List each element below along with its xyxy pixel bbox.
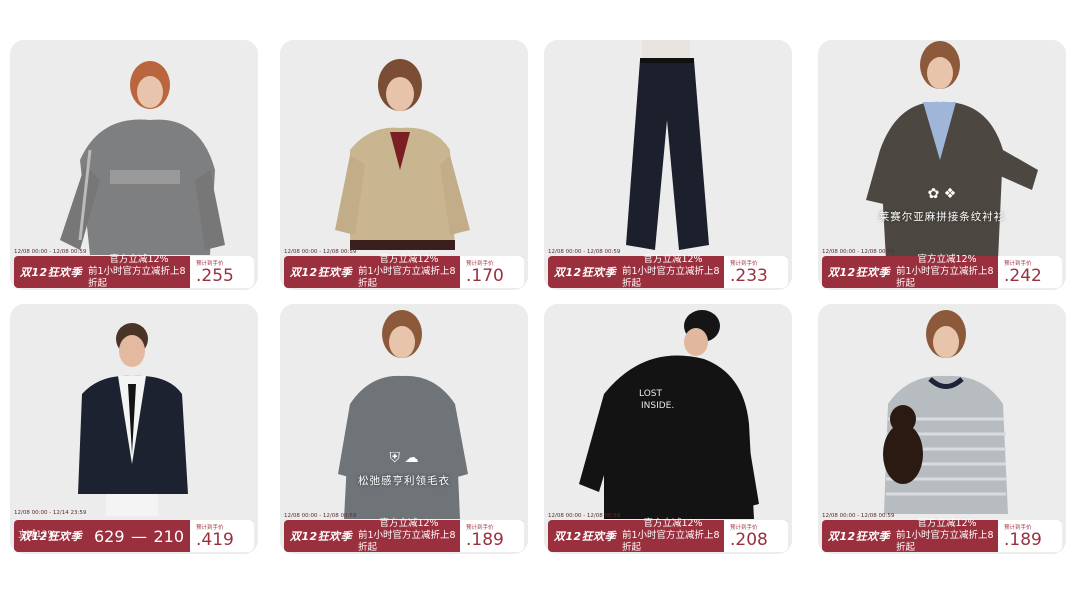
promo-line2: 前1小时官方立减折上8折起	[896, 266, 994, 289]
promo-banner: 双12狂欢季 12/08 00:00 - 12/08 00:59 官方立减12%…	[822, 513, 1062, 553]
product-card[interactable]: ⛨ ☁ 松弛感亨利领毛衣 双12狂欢季 12/08 00:00 - 12/08 …	[280, 304, 528, 554]
price-value: .419	[196, 530, 234, 550]
price-value: .189	[466, 530, 504, 550]
price-value: .233	[730, 266, 768, 286]
promo-date: 12/08 00:00 - 12/14 23:59	[14, 510, 87, 516]
product-caption: 莱赛尔亚麻拼接条纹衬衫	[878, 211, 1006, 223]
promo-line2: 前1小时官方立减折上8折起	[358, 266, 456, 289]
promo-tag: 双12狂欢季	[553, 266, 617, 279]
discount-amount: 210	[153, 526, 184, 546]
promo-banner: 双12狂欢季 12/08 00:00 - 12/08 00:59 官方立减12%…	[822, 249, 1062, 289]
product-caption: 松弛感亨利领毛衣	[358, 475, 450, 487]
product-card[interactable]: 双12狂欢季 12/08 00:00 - 12/08 00:59 官方立减12%…	[818, 304, 1066, 554]
promo-line1: 官方立减12%	[643, 254, 703, 265]
promo-line2: 前1小时官方立减折上8折起	[358, 530, 456, 553]
product-card[interactable]: 双12狂欢季 12/08 00:00 - 12/08 00:59 官方立减12%…	[10, 40, 258, 290]
product-card[interactable]: LOST INSIDE. 双12狂欢季 12/08 00:00 - 12/08 …	[544, 304, 792, 554]
promo-line1: 官方立减12%	[917, 518, 977, 529]
price-value: .208	[730, 530, 768, 550]
promo-tag: 双12狂欢季	[827, 530, 891, 543]
promo-date: 12/08 00:00 - 12/08 00:59	[284, 249, 357, 255]
product-card[interactable]: 双12狂欢季 12/08 00:00 - 12/08 00:59 官方立减12%…	[280, 40, 528, 290]
promo-date: 12/08 00:00 - 12/08 00:59	[548, 249, 621, 255]
promo-date: 12/08 00:00 - 12/08 00:59	[822, 249, 895, 255]
product-card[interactable]: 双12狂欢季 12/08 00:00 - 12/14 23:59 629 — 2…	[10, 304, 258, 554]
product-grid: 双12狂欢季 12/08 00:00 - 12/08 00:59 官方立减12%…	[0, 0, 1080, 594]
promo-line2: 前1小时官方立减折上8折起	[622, 266, 720, 289]
price-separator: —	[131, 526, 147, 546]
promo-banner: 双12狂欢季 12/08 00:00 - 12/08 00:59 官方立减12%…	[284, 513, 524, 553]
promo-line2: 前1小时官方立减折上8折起	[622, 530, 720, 553]
promo-date: 12/08 00:00 - 12/08 00:59	[548, 513, 621, 519]
promo-line1: 立减12%	[18, 530, 57, 540]
promo-line1: 官方立减12%	[917, 254, 977, 265]
price-value: .255	[196, 266, 234, 286]
original-price: 629	[94, 526, 125, 546]
price-value: .189	[1004, 530, 1042, 550]
promo-tag: 双12狂欢季	[553, 530, 617, 543]
fabric-icon: ⛨ ☁	[389, 450, 419, 466]
promo-line2: 前1小时官方立减折上8折起	[88, 266, 186, 289]
fabric-icon: ✿ ❖	[927, 186, 957, 202]
promo-tag: 双12狂欢季	[827, 266, 891, 279]
product-card[interactable]: ✿ ❖ 莱赛尔亚麻拼接条纹衬衫 双12狂欢季 12/08 00:00 - 12/…	[818, 40, 1066, 290]
promo-date: 12/08 00:00 - 12/08 00:59	[284, 513, 357, 519]
promo-tag: 双12狂欢季	[19, 266, 83, 279]
price-value: .170	[466, 266, 504, 286]
promo-date: 12/08 00:00 - 12/08 00:59	[14, 249, 87, 255]
promo-line1: 官方立减12%	[379, 254, 439, 265]
promo-tag: 双12狂欢季	[289, 266, 353, 279]
promo-line2: 前1小时官方立减折上8折起	[896, 530, 994, 553]
promo-banner: 双12狂欢季 12/08 00:00 - 12/08 00:59 官方立减12%…	[548, 513, 788, 553]
promo-tag: 双12狂欢季	[289, 530, 353, 543]
svg-text:INSIDE.: INSIDE.	[641, 401, 674, 411]
promo-banner: 双12狂欢季 12/08 00:00 - 12/08 00:59 官方立减12%…	[14, 249, 254, 289]
promo-banner: 双12狂欢季 12/08 00:00 - 12/08 00:59 官方立减12%…	[284, 249, 524, 289]
price-value: .242	[1004, 266, 1042, 286]
svg-text:LOST: LOST	[639, 389, 662, 399]
promo-line1: 官方立减12%	[643, 518, 703, 529]
promo-date: 12/08 00:00 - 12/08 00:59	[822, 513, 895, 519]
product-card[interactable]: 双12狂欢季 12/08 00:00 - 12/08 00:59 官方立减12%…	[544, 40, 792, 290]
promo-line1: 官方立减12%	[109, 254, 169, 265]
promo-banner: 双12狂欢季 12/08 00:00 - 12/08 00:59 官方立减12%…	[548, 249, 788, 289]
promo-line1: 官方立减12%	[379, 518, 439, 529]
product-photo	[10, 304, 258, 554]
